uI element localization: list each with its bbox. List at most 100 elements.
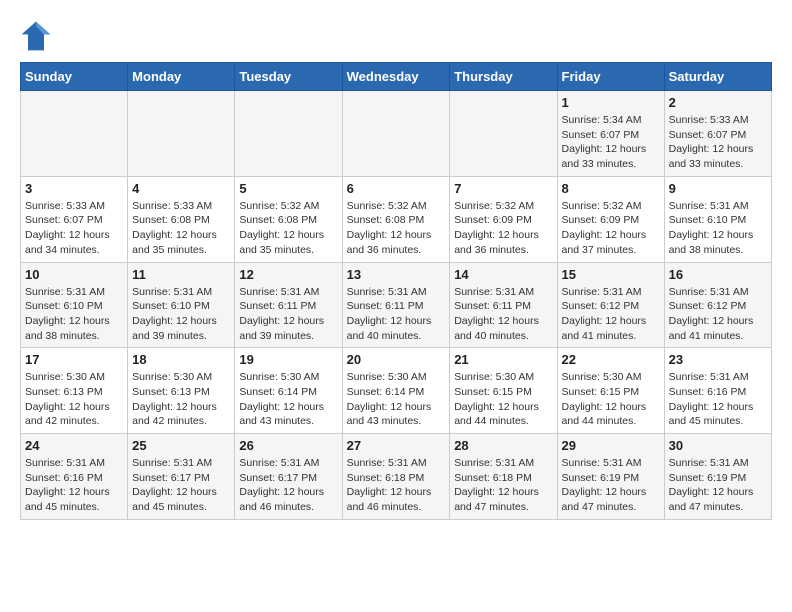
day-info: Sunrise: 5:31 AM Sunset: 6:17 PM Dayligh… <box>132 456 230 515</box>
weekday-header: Tuesday <box>235 63 342 91</box>
calendar-day-cell: 25 Sunrise: 5:31 AM Sunset: 6:17 PM Dayli… <box>128 434 235 520</box>
day-info: Sunrise: 5:31 AM Sunset: 6:19 PM Dayligh… <box>562 456 660 515</box>
day-number: 25 <box>132 438 230 453</box>
day-info: Sunrise: 5:31 AM Sunset: 6:11 PM Dayligh… <box>239 285 337 344</box>
day-number: 23 <box>669 352 767 367</box>
calendar-day-cell <box>21 91 128 177</box>
calendar-day-cell: 3 Sunrise: 5:33 AM Sunset: 6:07 PM Daylig… <box>21 176 128 262</box>
weekday-header: Wednesday <box>342 63 450 91</box>
day-info: Sunrise: 5:32 AM Sunset: 6:09 PM Dayligh… <box>562 199 660 258</box>
calendar-week-row: 3 Sunrise: 5:33 AM Sunset: 6:07 PM Daylig… <box>21 176 772 262</box>
day-number: 11 <box>132 267 230 282</box>
calendar-day-cell: 19Sunrise: 5:30 AM Sunset: 6:14 PM Dayli… <box>235 348 342 434</box>
day-number: 8 <box>562 181 660 196</box>
calendar-week-row: 24 Sunrise: 5:31 AM Sunset: 6:16 PM Dayli… <box>21 434 772 520</box>
calendar-day-cell: 8 Sunrise: 5:32 AM Sunset: 6:09 PM Daylig… <box>557 176 664 262</box>
day-number: 22 <box>562 352 660 367</box>
calendar-day-cell: 14Sunrise: 5:31 AM Sunset: 6:11 PM Dayli… <box>450 262 557 348</box>
day-number: 18 <box>132 352 230 367</box>
calendar-day-cell: 4 Sunrise: 5:33 AM Sunset: 6:08 PM Daylig… <box>128 176 235 262</box>
day-info: Sunrise: 5:31 AM Sunset: 6:10 PM Dayligh… <box>132 285 230 344</box>
day-info: Sunrise: 5:30 AM Sunset: 6:13 PM Dayligh… <box>25 370 123 429</box>
calendar-day-cell: 6Sunrise: 5:32 AM Sunset: 6:08 PM Daylig… <box>342 176 450 262</box>
day-number: 20 <box>347 352 446 367</box>
calendar-week-row: 17Sunrise: 5:30 AM Sunset: 6:13 PM Dayli… <box>21 348 772 434</box>
day-number: 30 <box>669 438 767 453</box>
day-info: Sunrise: 5:31 AM Sunset: 6:18 PM Dayligh… <box>347 456 446 515</box>
day-number: 10 <box>25 267 123 282</box>
day-info: Sunrise: 5:33 AM Sunset: 6:07 PM Dayligh… <box>669 113 767 172</box>
day-number: 16 <box>669 267 767 282</box>
day-info: Sunrise: 5:31 AM Sunset: 6:10 PM Dayligh… <box>669 199 767 258</box>
calendar-week-row: 1Sunrise: 5:34 AM Sunset: 6:07 PM Daylig… <box>21 91 772 177</box>
day-info: Sunrise: 5:30 AM Sunset: 6:15 PM Dayligh… <box>562 370 660 429</box>
calendar-day-cell: 1Sunrise: 5:34 AM Sunset: 6:07 PM Daylig… <box>557 91 664 177</box>
day-info: Sunrise: 5:32 AM Sunset: 6:09 PM Dayligh… <box>454 199 552 258</box>
day-number: 21 <box>454 352 552 367</box>
day-number: 12 <box>239 267 337 282</box>
calendar-day-cell: 20 Sunrise: 5:30 AM Sunset: 6:14 PM Dayli… <box>342 348 450 434</box>
calendar-table: SundayMondayTuesdayWednesdayThursdayFrid… <box>20 62 772 520</box>
weekday-header: Monday <box>128 63 235 91</box>
day-number: 2 <box>669 95 767 110</box>
page-header <box>20 20 772 52</box>
calendar-day-cell: 30 Sunrise: 5:31 AM Sunset: 6:19 PM Dayli… <box>664 434 771 520</box>
calendar-day-cell: 27Sunrise: 5:31 AM Sunset: 6:18 PM Dayli… <box>342 434 450 520</box>
calendar-day-cell: 28 Sunrise: 5:31 AM Sunset: 6:18 PM Dayli… <box>450 434 557 520</box>
calendar-day-cell: 26 Sunrise: 5:31 AM Sunset: 6:17 PM Dayli… <box>235 434 342 520</box>
calendar-day-cell: 22 Sunrise: 5:30 AM Sunset: 6:15 PM Dayli… <box>557 348 664 434</box>
calendar-day-cell: 17Sunrise: 5:30 AM Sunset: 6:13 PM Dayli… <box>21 348 128 434</box>
calendar-day-cell: 7 Sunrise: 5:32 AM Sunset: 6:09 PM Daylig… <box>450 176 557 262</box>
day-number: 7 <box>454 181 552 196</box>
day-info: Sunrise: 5:31 AM Sunset: 6:11 PM Dayligh… <box>454 285 552 344</box>
calendar-day-cell <box>235 91 342 177</box>
calendar-day-cell: 2 Sunrise: 5:33 AM Sunset: 6:07 PM Daylig… <box>664 91 771 177</box>
day-number: 5 <box>239 181 337 196</box>
day-info: Sunrise: 5:32 AM Sunset: 6:08 PM Dayligh… <box>347 199 446 258</box>
day-info: Sunrise: 5:31 AM Sunset: 6:18 PM Dayligh… <box>454 456 552 515</box>
weekday-header: Saturday <box>664 63 771 91</box>
calendar-day-cell: 21Sunrise: 5:30 AM Sunset: 6:15 PM Dayli… <box>450 348 557 434</box>
day-info: Sunrise: 5:33 AM Sunset: 6:08 PM Dayligh… <box>132 199 230 258</box>
day-number: 4 <box>132 181 230 196</box>
calendar-day-cell: 29 Sunrise: 5:31 AM Sunset: 6:19 PM Dayli… <box>557 434 664 520</box>
day-info: Sunrise: 5:31 AM Sunset: 6:11 PM Dayligh… <box>347 285 446 344</box>
day-number: 15 <box>562 267 660 282</box>
day-info: Sunrise: 5:31 AM Sunset: 6:19 PM Dayligh… <box>669 456 767 515</box>
day-info: Sunrise: 5:31 AM Sunset: 6:17 PM Dayligh… <box>239 456 337 515</box>
day-info: Sunrise: 5:31 AM Sunset: 6:12 PM Dayligh… <box>669 285 767 344</box>
calendar-day-cell: 23 Sunrise: 5:31 AM Sunset: 6:16 PM Dayli… <box>664 348 771 434</box>
calendar-day-cell: 11 Sunrise: 5:31 AM Sunset: 6:10 PM Dayli… <box>128 262 235 348</box>
day-info: Sunrise: 5:33 AM Sunset: 6:07 PM Dayligh… <box>25 199 123 258</box>
day-number: 26 <box>239 438 337 453</box>
day-number: 29 <box>562 438 660 453</box>
calendar-day-cell: 18 Sunrise: 5:30 AM Sunset: 6:13 PM Dayli… <box>128 348 235 434</box>
calendar-day-cell: 9Sunrise: 5:31 AM Sunset: 6:10 PM Daylig… <box>664 176 771 262</box>
day-info: Sunrise: 5:34 AM Sunset: 6:07 PM Dayligh… <box>562 113 660 172</box>
weekday-header: Friday <box>557 63 664 91</box>
weekday-header: Sunday <box>21 63 128 91</box>
day-info: Sunrise: 5:31 AM Sunset: 6:10 PM Dayligh… <box>25 285 123 344</box>
calendar-day-cell: 15Sunrise: 5:31 AM Sunset: 6:12 PM Dayli… <box>557 262 664 348</box>
day-number: 28 <box>454 438 552 453</box>
day-info: Sunrise: 5:31 AM Sunset: 6:16 PM Dayligh… <box>25 456 123 515</box>
calendar-day-cell <box>128 91 235 177</box>
day-number: 13 <box>347 267 446 282</box>
calendar-week-row: 10 Sunrise: 5:31 AM Sunset: 6:10 PM Dayli… <box>21 262 772 348</box>
calendar-day-cell: 16 Sunrise: 5:31 AM Sunset: 6:12 PM Dayli… <box>664 262 771 348</box>
calendar-day-cell: 10 Sunrise: 5:31 AM Sunset: 6:10 PM Dayli… <box>21 262 128 348</box>
day-number: 24 <box>25 438 123 453</box>
calendar-day-cell: 24 Sunrise: 5:31 AM Sunset: 6:16 PM Dayli… <box>21 434 128 520</box>
calendar-day-cell: 5Sunrise: 5:32 AM Sunset: 6:08 PM Daylig… <box>235 176 342 262</box>
day-info: Sunrise: 5:30 AM Sunset: 6:14 PM Dayligh… <box>347 370 446 429</box>
calendar-day-cell: 12 Sunrise: 5:31 AM Sunset: 6:11 PM Dayli… <box>235 262 342 348</box>
logo-icon <box>20 20 52 52</box>
calendar-header-row: SundayMondayTuesdayWednesdayThursdayFrid… <box>21 63 772 91</box>
day-info: Sunrise: 5:31 AM Sunset: 6:16 PM Dayligh… <box>669 370 767 429</box>
logo <box>20 20 56 52</box>
calendar-day-cell <box>450 91 557 177</box>
day-number: 3 <box>25 181 123 196</box>
weekday-header: Thursday <box>450 63 557 91</box>
day-number: 19 <box>239 352 337 367</box>
day-info: Sunrise: 5:30 AM Sunset: 6:13 PM Dayligh… <box>132 370 230 429</box>
